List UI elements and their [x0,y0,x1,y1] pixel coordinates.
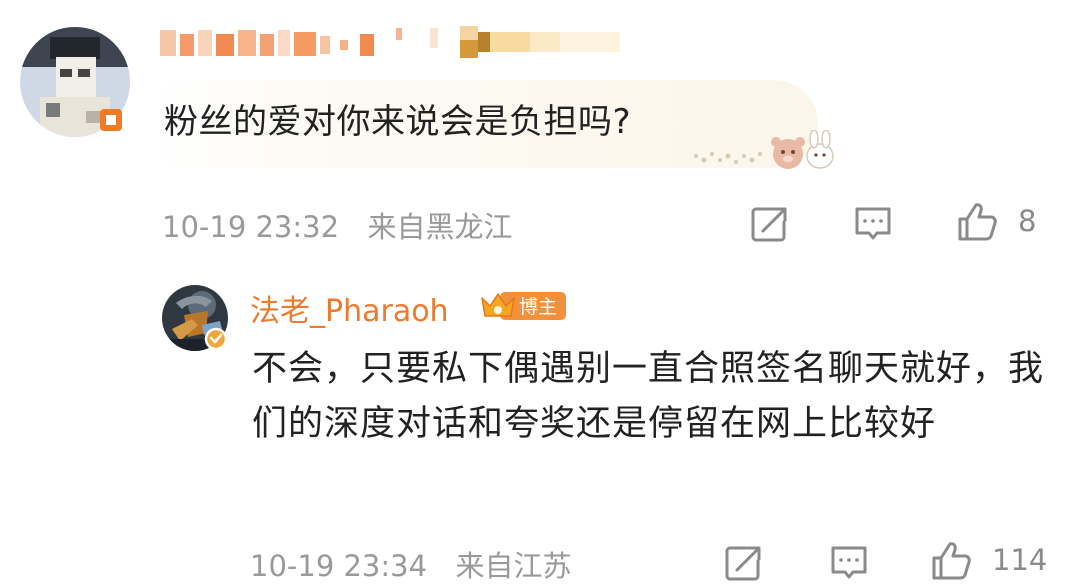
replier-avatar[interactable] [162,285,228,351]
share-icon[interactable] [748,203,790,245]
like-count: 8 [1018,204,1037,238]
reply-meta: 10-19 23:34 来自江苏 [250,543,572,585]
commenter-avatar[interactable] [20,27,130,137]
reply-icon[interactable] [828,542,870,584]
comment-meta: 10-19 23:32 来自黑龙江 [162,204,513,246]
share-icon[interactable] [722,542,764,584]
comment-text: 粉丝的爱对你来说会是负担吗? [164,102,632,142]
like-count: 114 [992,543,1048,577]
comment-time: 10-19 23:32 [162,210,340,244]
reply-location: 来自江苏 [455,549,572,583]
reply-time: 10-19 23:34 [250,549,428,583]
reply-text: 不会，只要私下偶遇别一直合照签名聊天就好，我们的深度对话和夸奖还是停留在网上比较… [252,349,1045,444]
replier-username[interactable]: 法老_Pharaoh [250,286,449,330]
reply-icon[interactable] [852,203,894,245]
sticker-decoration [694,130,834,169]
like-icon[interactable] [930,540,972,582]
badge-label: 博主 [519,296,557,318]
like-icon[interactable] [956,201,998,243]
blogger-badge: 博主 [481,292,566,320]
commenter-name-blurred [160,26,620,58]
comment-location: 来自黑龙江 [367,210,513,244]
